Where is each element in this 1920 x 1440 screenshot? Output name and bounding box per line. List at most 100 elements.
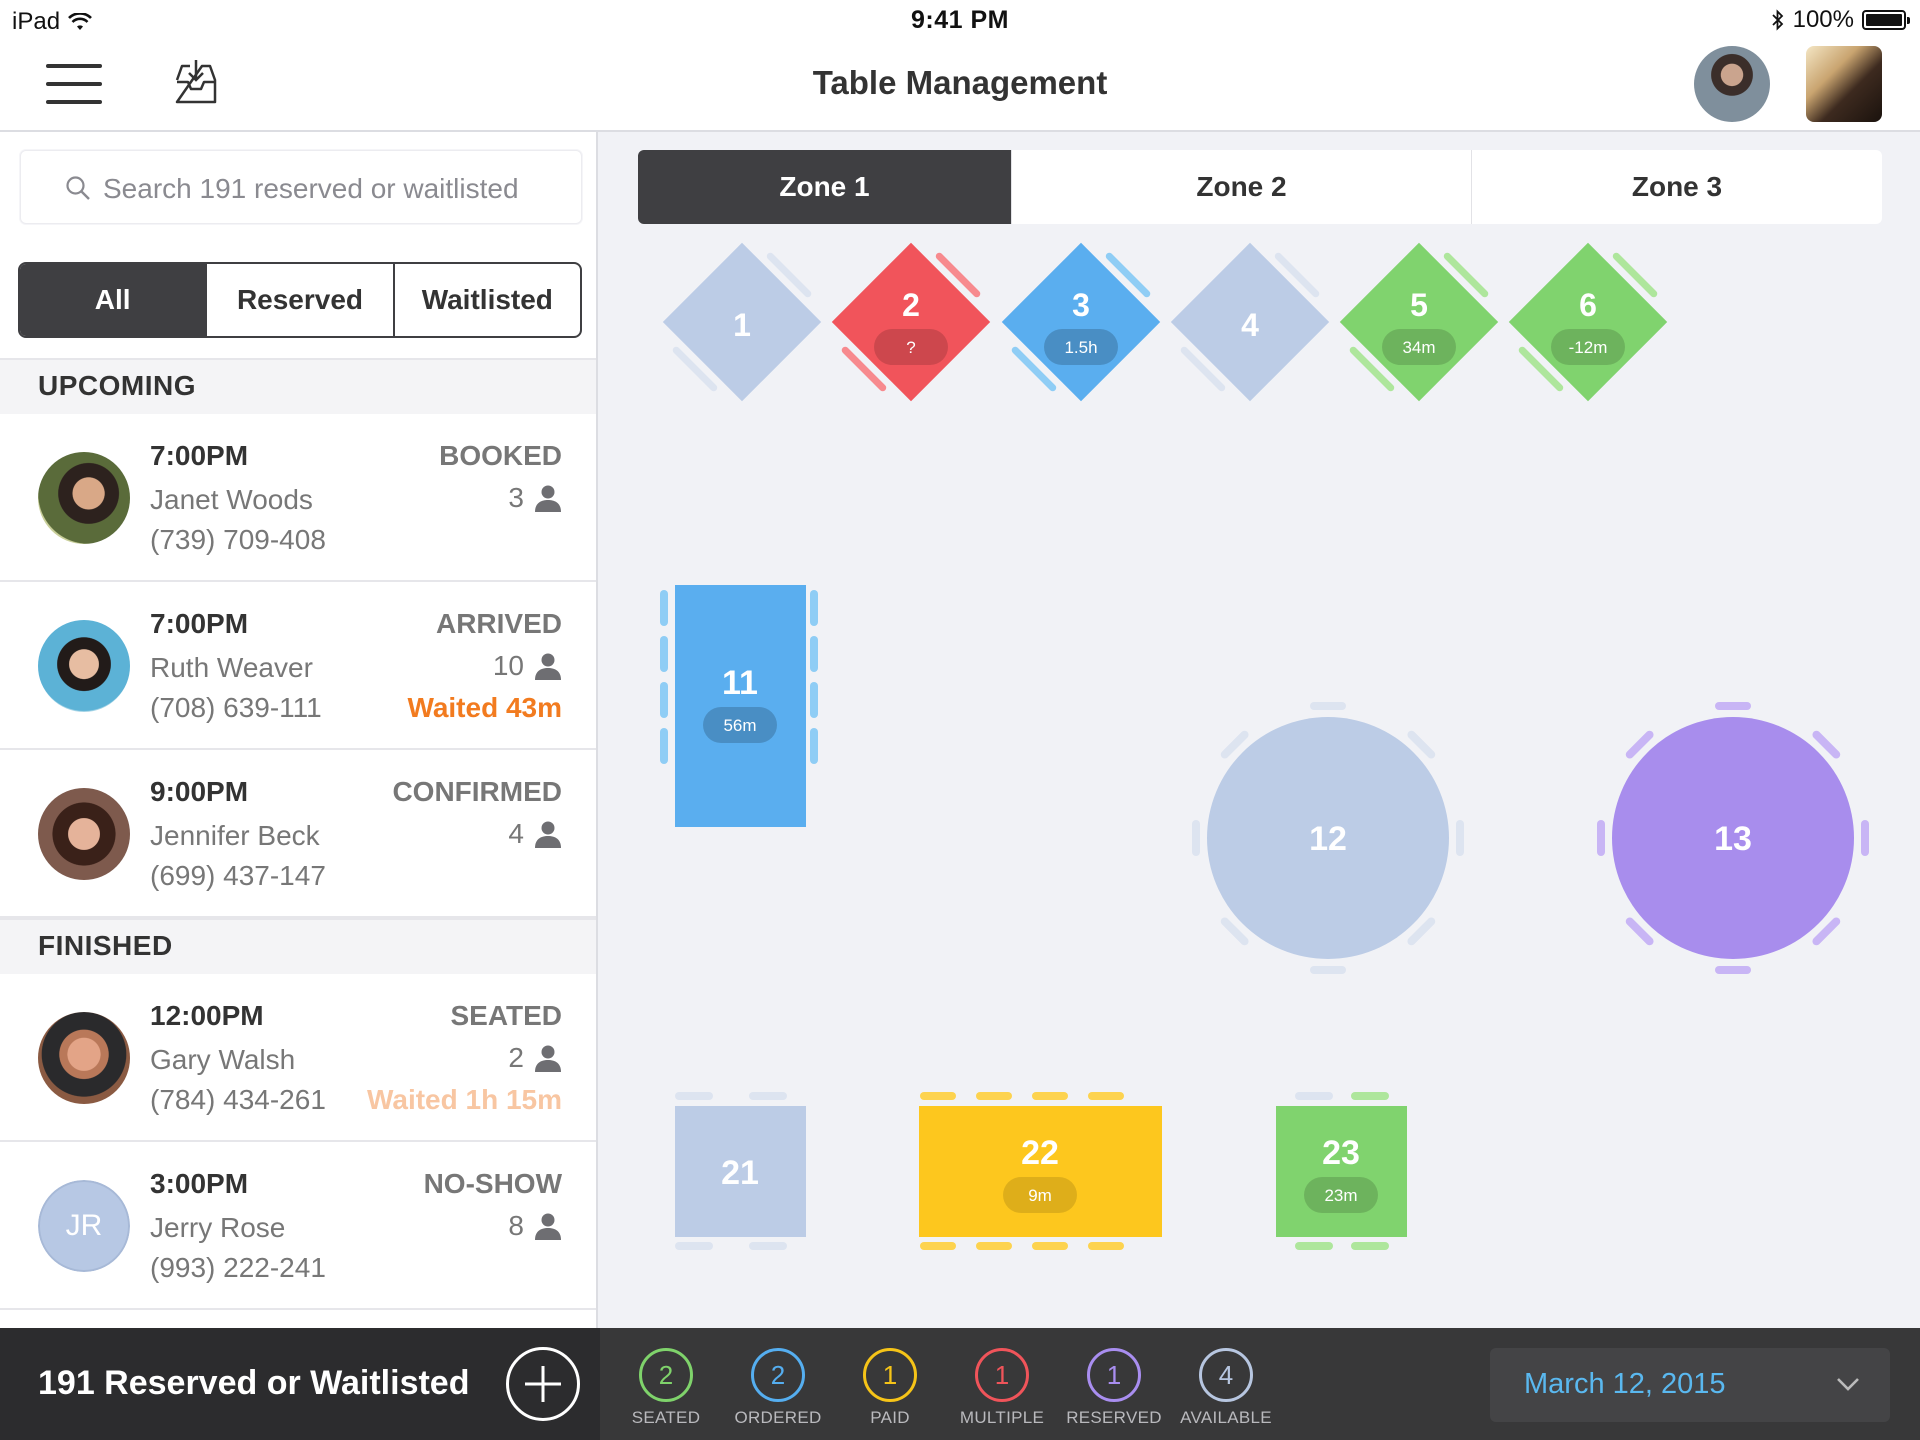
tab-zone-2[interactable]: Zone 2 [1012, 150, 1472, 224]
legend-multiple[interactable]: 1 MULTIPLE [948, 1348, 1056, 1428]
reservation-time: 9:00PM [150, 776, 249, 807]
party-count: 2 [508, 1042, 524, 1073]
reservation-status: CONFIRMED [392, 776, 562, 807]
legend-paid[interactable]: 1 PAID [836, 1348, 944, 1428]
table-13[interactable]: 13 [1597, 702, 1869, 974]
table-number: 3 [1072, 287, 1090, 323]
legend-label: AVAILABLE [1180, 1408, 1272, 1427]
page-title: Table Management [812, 64, 1108, 101]
legend-label: PAID [870, 1408, 910, 1427]
chair [810, 728, 818, 764]
table-number: 13 [1714, 820, 1752, 858]
chair [1032, 1242, 1068, 1250]
filter-reserved[interactable]: Reserved [207, 264, 395, 336]
reservation-time: 3:00PM [150, 1168, 249, 1199]
party-count: 4 [508, 818, 524, 849]
person-icon [535, 485, 561, 512]
chair [1295, 1092, 1333, 1100]
table-number: 11 [722, 664, 758, 702]
chair [1456, 820, 1464, 856]
search-input[interactable]: Search 191 reserved or waitlisted [20, 150, 582, 224]
filter-all[interactable]: All [20, 264, 208, 336]
party-size: 4 [508, 818, 562, 850]
chair [749, 1092, 787, 1100]
floor-plan-canvas: 12?31.5h 4 534m6-12m 1156m 12 13 21 22 9m 2323m [653, 240, 1869, 1250]
chair [1715, 702, 1751, 710]
reservation-status: BOOKED [439, 440, 562, 471]
person-icon [535, 1213, 561, 1240]
table-1[interactable]: 1 [653, 240, 831, 411]
table-number: 23 [1322, 1134, 1360, 1172]
table-22[interactable]: 22 9m [919, 1092, 1162, 1250]
chevron-down-icon [1837, 1378, 1859, 1391]
table-12[interactable]: 12 [1192, 702, 1464, 974]
reservation-time: 7:00PM [150, 608, 249, 639]
add-reservation-button[interactable] [506, 1347, 580, 1421]
chair [660, 590, 668, 626]
guest-avatar [38, 1012, 130, 1104]
restaurant-thumbnail[interactable] [1806, 46, 1882, 122]
table-timer: 34m [1402, 338, 1435, 357]
legend-seated[interactable]: 2 SEATED [612, 1348, 720, 1428]
guest-name: Jerry Rose [150, 1212, 286, 1243]
reservation-sidebar: Search 191 reserved or waitlisted All Re… [0, 132, 598, 1328]
chair [1088, 1242, 1124, 1250]
tab-zone-3[interactable]: Zone 3 [1472, 150, 1882, 224]
chair [976, 1092, 1012, 1100]
table-23[interactable]: 23 23m [1276, 1092, 1407, 1250]
guest-phone: (784) 434-261 [150, 1084, 326, 1115]
wait-time: Waited 43m [407, 692, 562, 723]
table-2[interactable]: 2? [822, 240, 1000, 411]
date-picker[interactable]: March 12, 2015 [1490, 1348, 1890, 1422]
tab-zone-1[interactable]: Zone 1 [638, 150, 1012, 224]
user-avatar[interactable] [1694, 46, 1770, 122]
reservation-summary: 191 Reserved or Waitlisted [38, 1364, 470, 1402]
table-4[interactable]: 4 [1161, 240, 1339, 411]
reservation-row[interactable]: JR 3:00PM Jerry Rose (993) 222-241 NO-SH… [0, 1142, 596, 1310]
chair [660, 728, 668, 764]
reservation-row[interactable]: 12:00PM Gary Walsh (784) 434-261 SEATED … [0, 974, 596, 1142]
app-root: iPad 9:41 PM 100% Table Management Searc… [0, 0, 1920, 1440]
table-number: 4 [1241, 307, 1259, 343]
guest-phone: (993) 222-241 [150, 1252, 326, 1283]
status-bar: iPad 9:41 PM 100% [0, 0, 1920, 40]
reservation-row[interactable]: 9:00PM Jennifer Beck (699) 437-147 CONFI… [0, 750, 596, 918]
party-size: 2 [508, 1042, 562, 1074]
reservation-row[interactable]: 7:00PM Ruth Weaver (708) 639-111 ARRIVED… [0, 582, 596, 750]
chair [920, 1242, 956, 1250]
table-3[interactable]: 3 1.5h [992, 240, 1170, 411]
table-6[interactable]: 6 -12m [1499, 240, 1677, 411]
table-number: 2 [902, 287, 920, 323]
table-5[interactable]: 5 34m [1330, 240, 1508, 411]
status-time: 9:41 PM [911, 6, 1009, 34]
chair [1597, 820, 1605, 856]
legend-label: MULTIPLE [959, 1408, 1045, 1427]
table-11[interactable]: 11 56m [660, 585, 818, 827]
chair [976, 1242, 1012, 1250]
guest-avatar [38, 788, 130, 880]
filter-waitlisted[interactable]: Waitlisted [395, 264, 580, 336]
table-number: 22 [1021, 1134, 1059, 1172]
status-legend-bar: 2 SEATED 2 ORDERED 1 PAID 1 MULTIPLE 1 RESERV… [600, 1328, 1920, 1440]
legend-reserved[interactable]: 1 RESERVED [1060, 1348, 1168, 1428]
legend-count: 4 [1199, 1348, 1253, 1402]
filter-segmented-control: All Reserved Waitlisted [18, 262, 582, 338]
table-timer: 9m [1028, 1186, 1052, 1205]
table-21[interactable]: 21 [675, 1092, 806, 1250]
chair [675, 1242, 713, 1250]
table-timer: -12m [1569, 338, 1608, 357]
legend-ordered[interactable]: 2 ORDERED [724, 1348, 832, 1428]
reservation-status: SEATED [450, 1000, 563, 1031]
chair [1088, 1092, 1124, 1100]
search-placeholder: Search 191 reserved or waitlisted [103, 173, 519, 204]
guest-phone: (699) 437-147 [150, 860, 326, 891]
guest-name: Gary Walsh [150, 1044, 296, 1075]
guest-phone: (708) 639-111 [150, 692, 322, 723]
reservation-row[interactable]: 7:00PM Janet Woods (739) 709-408 BOOKED … [0, 414, 596, 582]
battery-percent: 100% [1792, 6, 1854, 33]
chair [675, 1092, 713, 1100]
legend-count: 2 [751, 1348, 805, 1402]
legend-count: 2 [639, 1348, 693, 1402]
legend-available[interactable]: 4 AVAILABLE [1172, 1348, 1280, 1428]
section-header-upcoming: UPCOMING [0, 358, 596, 414]
